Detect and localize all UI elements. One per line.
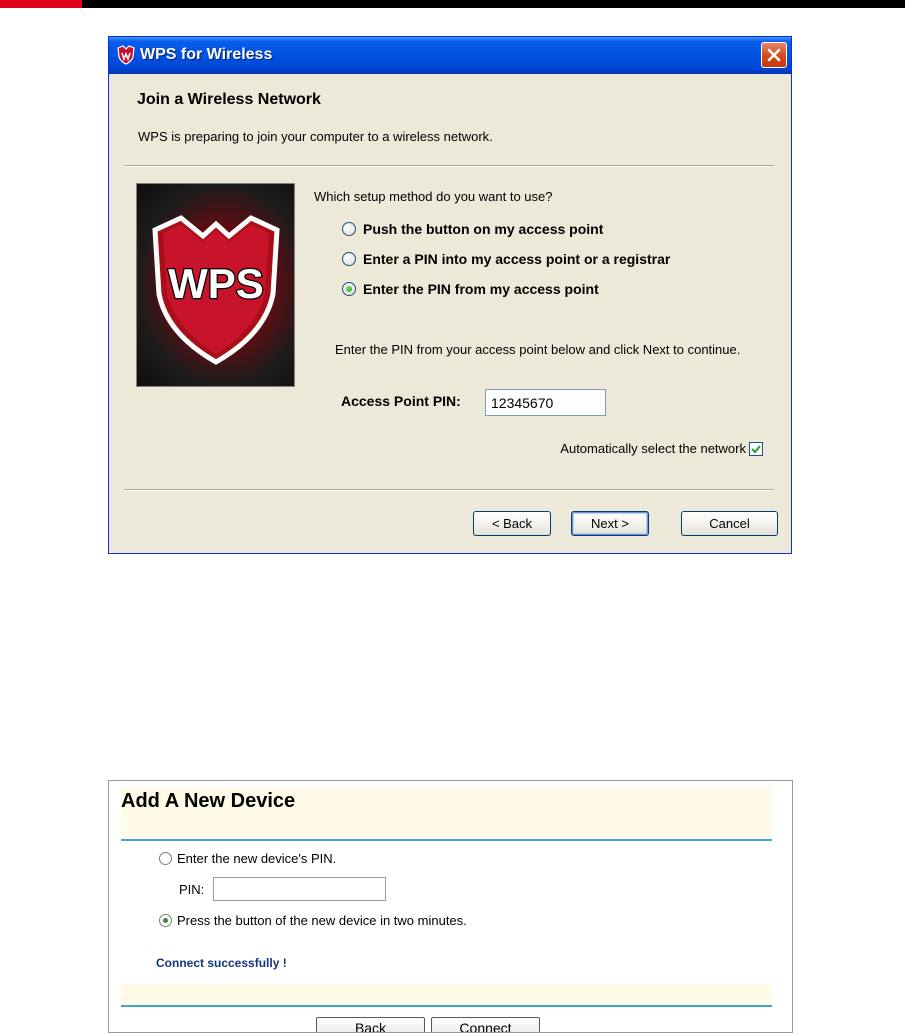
status-message: Connect successfully ! xyxy=(156,956,287,970)
auto-select-label: Automatically select the network xyxy=(560,441,746,456)
dialog-subheading: WPS is preparing to join your computer t… xyxy=(138,129,493,144)
radio-enter-pin-access-point[interactable] xyxy=(342,282,356,296)
close-icon xyxy=(767,48,781,62)
wps-image-text: WPS xyxy=(168,260,264,307)
auto-select-checkbox[interactable] xyxy=(749,441,763,456)
footer-separator xyxy=(124,489,774,491)
device-pin-label: PIN: xyxy=(179,882,205,897)
cancel-button[interactable]: Cancel xyxy=(681,511,778,536)
dialog-heading: Join a Wireless Network xyxy=(137,91,321,108)
radio-enter-device-pin[interactable] xyxy=(159,852,172,865)
access-point-pin-input[interactable] xyxy=(485,389,606,416)
page-top-bar xyxy=(0,0,905,8)
footer-divider xyxy=(121,1005,772,1007)
wps-dialog-window: WPS for Wireless Join a Wireless Network… xyxy=(108,36,792,554)
option-label: Push the button on my access point xyxy=(363,221,604,237)
add-device-panel: Add A New Device Enter the new device's … xyxy=(108,780,793,1033)
wps-shield-icon xyxy=(116,45,136,65)
option-label: Enter the PIN from my access point xyxy=(363,281,599,297)
connect-button[interactable]: Connect xyxy=(431,1017,540,1032)
title-bar[interactable]: WPS for Wireless xyxy=(109,37,791,74)
title-divider xyxy=(121,839,772,841)
wps-logo-image: WPS xyxy=(136,183,295,387)
radio-push-button[interactable] xyxy=(342,222,356,236)
option-press-button[interactable]: Press the button of the new device in tw… xyxy=(159,913,467,928)
radio-press-button[interactable] xyxy=(159,914,172,927)
panel-back-button[interactable]: Back xyxy=(316,1017,425,1032)
panel-title: Add A New Device xyxy=(121,790,296,812)
auto-select-network[interactable]: Automatically select the network xyxy=(560,441,763,456)
radio-enter-pin-registrar[interactable] xyxy=(342,252,356,266)
option-label: Enter the new device's PIN. xyxy=(177,851,337,866)
checkmark-icon xyxy=(751,444,761,453)
option-enter-pin-access-point[interactable]: Enter the PIN from my access point xyxy=(342,280,599,298)
pin-instruction: Enter the PIN from your access point bel… xyxy=(335,342,741,357)
device-pin-input[interactable] xyxy=(213,877,386,901)
close-button[interactable] xyxy=(761,42,787,68)
option-label: Enter a PIN into my access point or a re… xyxy=(363,251,671,267)
footer-band xyxy=(121,984,772,1006)
header-separator xyxy=(124,165,774,167)
page-top-accent xyxy=(0,0,82,8)
window-title: WPS for Wireless xyxy=(140,46,273,63)
option-push-button[interactable]: Push the button on my access point xyxy=(342,220,603,238)
option-label: Press the button of the new device in tw… xyxy=(177,913,467,928)
option-enter-device-pin[interactable]: Enter the new device's PIN. xyxy=(159,851,336,866)
next-button[interactable]: Next > xyxy=(571,511,649,536)
option-enter-pin-registrar[interactable]: Enter a PIN into my access point or a re… xyxy=(342,250,670,268)
dialog-header xyxy=(109,74,791,166)
back-button[interactable]: < Back xyxy=(473,511,551,536)
access-point-pin-label: Access Point PIN: xyxy=(341,393,461,409)
setup-question: Which setup method do you want to use? xyxy=(314,189,553,204)
